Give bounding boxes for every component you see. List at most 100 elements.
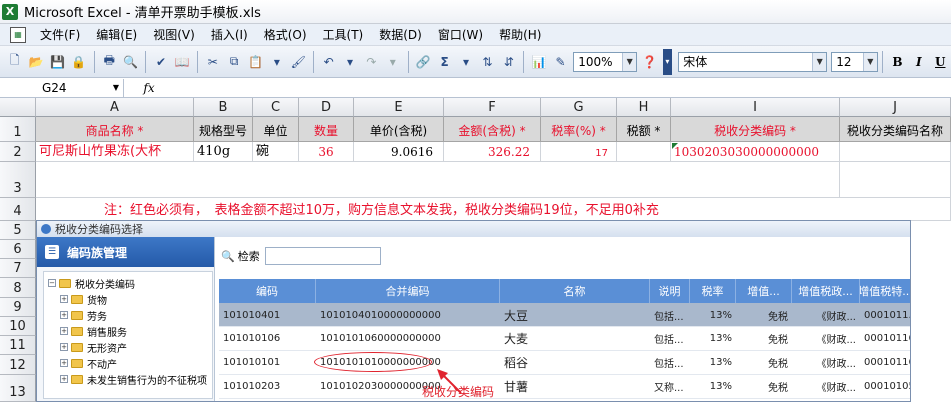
cell-e1[interactable]: 单价(含税) [354, 117, 444, 142]
row-header-6[interactable]: 6 [0, 240, 36, 259]
chart-wizard-icon[interactable]: 📊 [530, 53, 547, 71]
spelling-icon[interactable]: ✔ [152, 53, 169, 71]
autosum-dropdown-icon[interactable]: ▾ [457, 53, 474, 71]
tree-node-non-taxable[interactable]: + 未发生销售行为的不征税项 [60, 372, 207, 387]
cell-i1[interactable]: 税收分类编码 * [671, 117, 840, 142]
row-header-2[interactable]: 2 [0, 142, 36, 162]
column-header-g[interactable]: G [541, 98, 617, 117]
cell-e2[interactable]: 9.0616 [354, 142, 444, 162]
copy-icon[interactable]: ⧉ [225, 53, 242, 71]
permission-icon[interactable]: 🔒 [70, 53, 87, 71]
expand-icon[interactable]: + [60, 375, 68, 383]
sort-descending-icon[interactable]: ⇵ [500, 53, 517, 71]
cell-g1[interactable]: 税率(%) * [541, 117, 617, 142]
workbook-icon[interactable]: ▦ [10, 26, 26, 43]
open-icon[interactable]: 📂 [27, 53, 44, 71]
menu-format[interactable]: 格式(O) [256, 26, 315, 43]
table-header-vat-policy[interactable]: 增值税政... [792, 279, 860, 303]
row-header-11[interactable]: 11 [0, 336, 36, 355]
sort-ascending-icon[interactable]: ⇅ [479, 53, 496, 71]
expand-icon[interactable]: + [60, 311, 68, 319]
cell-h2[interactable] [617, 142, 671, 162]
column-header-b[interactable]: B [194, 98, 253, 117]
cell-d2[interactable]: 36 [299, 142, 354, 162]
row-header-9[interactable]: 9 [0, 298, 36, 317]
select-all-corner[interactable] [0, 98, 36, 117]
row-header-5[interactable]: 5 [0, 221, 36, 240]
toolbar-options-icon[interactable]: ▾ [662, 48, 673, 75]
table-header-vat-special[interactable]: 增值税特... [860, 279, 910, 303]
expand-icon[interactable]: + [60, 327, 68, 335]
menu-file[interactable]: 文件(F) [32, 26, 88, 43]
column-header-a[interactable]: A [36, 98, 194, 117]
table-header-merged-code[interactable]: 合并编码 [316, 279, 500, 303]
menu-insert[interactable]: 插入(I) [203, 26, 256, 43]
cell-a3[interactable] [36, 162, 840, 198]
note-text[interactable]: 注：红色必须有， 表格金额不超过10万，购方信息文本发我，税收分类编码19位，不… [36, 198, 840, 221]
row-header-13[interactable]: 13 [0, 375, 36, 402]
formula-input[interactable] [174, 79, 951, 97]
cell-d1[interactable]: 数量 [299, 117, 354, 142]
cell-j1[interactable]: 税收分类编码名称 [840, 117, 951, 142]
chevron-down-icon[interactable]: ▼ [862, 52, 877, 71]
chevron-down-icon[interactable]: ▼ [812, 52, 827, 71]
menu-tools[interactable]: 工具(T) [315, 26, 372, 43]
cell-j3[interactable] [840, 162, 951, 198]
print-preview-icon[interactable]: 🔍 [122, 53, 139, 71]
cell-j4[interactable] [840, 198, 951, 221]
font-name-select[interactable]: 宋体 ▼ [678, 51, 828, 72]
collapse-icon[interactable]: − [48, 279, 56, 287]
table-header-code[interactable]: 编码 [219, 279, 316, 303]
tree-node-real-estate[interactable]: + 不动产 [60, 356, 117, 371]
cell-f2[interactable]: 326.22 [444, 142, 541, 162]
column-header-d[interactable]: D [299, 98, 354, 117]
paste-dropdown-icon[interactable]: ▾ [268, 53, 285, 71]
zoom-select[interactable]: 100% ▼ [573, 51, 638, 72]
print-icon[interactable]: 🖶 [101, 53, 118, 71]
row-header-3[interactable]: 3 [0, 162, 36, 198]
italic-icon[interactable]: I [910, 53, 927, 71]
tree-node-sales-service[interactable]: + 销售服务 [60, 324, 127, 339]
row-header-10[interactable]: 10 [0, 317, 36, 336]
cut-icon[interactable]: ✂ [204, 53, 221, 71]
cell-a2[interactable]: 可尼斯山竹果冻(大杯 [36, 142, 194, 162]
cell-a1[interactable]: 商品名称 * [36, 117, 194, 142]
cell-j2[interactable] [840, 142, 951, 162]
menu-data[interactable]: 数据(D) [371, 26, 430, 43]
expand-icon[interactable]: + [60, 343, 68, 351]
table-header-tax-rate[interactable]: 税率 [690, 279, 736, 303]
new-icon[interactable]: 🗋 [6, 53, 23, 71]
format-painter-icon[interactable]: 🖌 [290, 53, 307, 71]
cell-c2[interactable]: 碗 [253, 142, 299, 162]
save-icon[interactable]: 💾 [49, 53, 66, 71]
bold-icon[interactable]: B [889, 53, 906, 71]
row-header-4[interactable]: 4 [0, 198, 36, 221]
column-header-j[interactable]: J [840, 98, 951, 117]
menu-view[interactable]: 视图(V) [145, 26, 203, 43]
tree-node-intangible-assets[interactable]: + 无形资产 [60, 340, 127, 355]
font-size-select[interactable]: 12 ▼ [831, 51, 878, 72]
expand-icon[interactable]: + [60, 359, 68, 367]
chevron-down-icon[interactable]: ▼ [113, 83, 119, 92]
code-family-header[interactable]: ☰ 编码族管理 [37, 237, 214, 267]
cell-b2[interactable]: 410g [194, 142, 253, 162]
row-header-8[interactable]: 8 [0, 278, 36, 298]
tree-node-root[interactable]: − 税收分类编码 [48, 276, 135, 291]
name-box[interactable]: G24 ▼ [0, 78, 124, 97]
drawing-icon[interactable]: ✎ [552, 53, 569, 71]
column-header-e[interactable]: E [354, 98, 444, 117]
cell-b1[interactable]: 规格型号 [194, 117, 253, 142]
paste-icon[interactable]: 📋 [247, 53, 264, 71]
tree-node-goods[interactable]: + 货物 [60, 292, 107, 307]
row-header-7[interactable]: 7 [0, 259, 36, 278]
row-header-1[interactable]: 1 [0, 117, 36, 142]
expand-icon[interactable]: + [60, 295, 68, 303]
cell-f1[interactable]: 金额(含税) * [444, 117, 541, 142]
undo-icon[interactable]: ↶ [320, 53, 337, 71]
row-header-12[interactable]: 12 [0, 355, 36, 375]
autosum-icon[interactable]: Σ [436, 53, 453, 71]
cell-g2[interactable]: 17 [541, 142, 617, 162]
excel-app-icon[interactable]: X [2, 3, 18, 20]
cell-c1[interactable]: 单位 [253, 117, 299, 142]
hyperlink-icon[interactable]: 🔗 [414, 53, 431, 71]
